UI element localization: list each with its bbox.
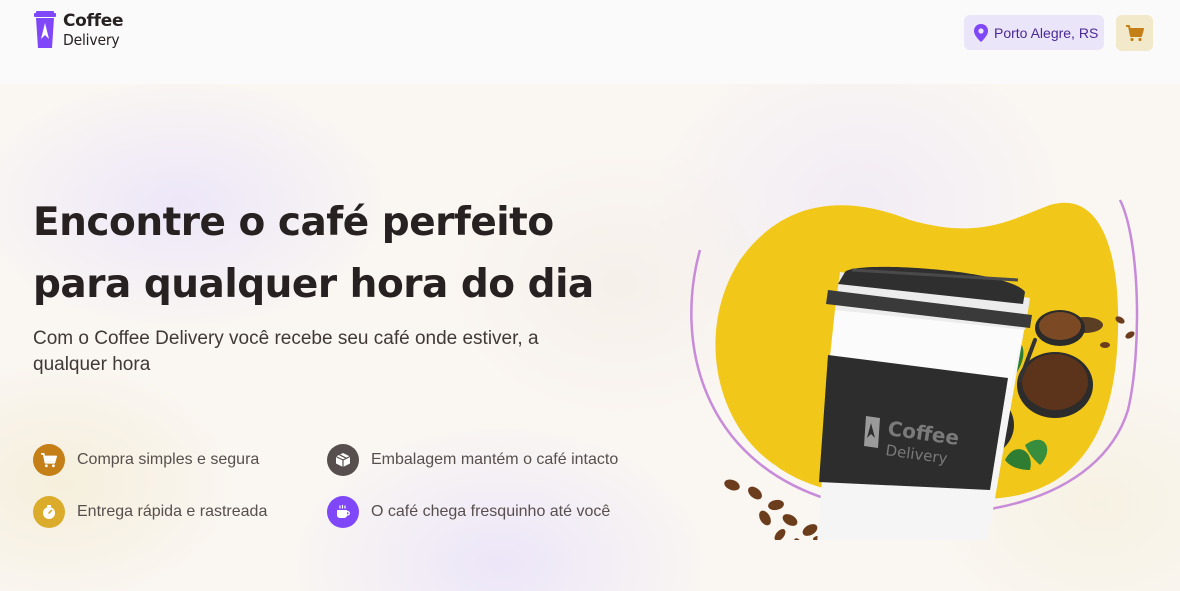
coffee-cup-logo-icon [34,11,56,48]
hero-coffee-image: Coffee Delivery [690,199,1139,540]
feature-label: Compra simples e segura [77,451,260,468]
feature-label: O café chega fresquinho até você [371,503,611,520]
hero-title-line-1: Encontre o café perfeito [33,200,554,245]
feature-item: Entrega rápida e rastreada [33,496,267,528]
shopping-cart-icon [1125,24,1144,41]
coffee-icon [327,496,359,528]
header: Coffee Delivery Porto Alegre, RS [0,0,1180,84]
hero-title-line-2: para qualquer hora do dia [33,262,594,307]
shopping-cart-icon [33,444,65,476]
feature-label: Embalagem mantém o café intacto [371,451,619,468]
cart-button[interactable] [1116,15,1153,51]
map-pin-icon [974,23,988,42]
feature-label: Entrega rápida e rastreada [77,503,268,520]
logo-subtitle: Delivery [63,32,120,50]
package-icon [327,444,359,476]
location-label: Porto Alegre, RS [994,24,1099,41]
logo[interactable]: Coffee Delivery [33,11,143,51]
hero-title: Encontre o café perfeito para qualquer h… [33,192,653,316]
feature-item: O café chega fresquinho até você [327,496,610,528]
feature-item: Compra simples e segura [33,444,259,476]
hero-subtitle: Com o Coffee Delivery você recebe seu ca… [33,328,539,375]
hero-section: Encontre o café perfeito para qualquer h… [0,84,1180,591]
feature-item: Embalagem mantém o café intacto [327,444,618,476]
location-button[interactable]: Porto Alegre, RS [964,15,1104,50]
logo-title: Coffee [63,11,124,31]
coffee-cup: Coffee Delivery [817,266,1032,540]
logo-text: Coffee Delivery [63,11,124,51]
timer-icon [33,496,65,528]
